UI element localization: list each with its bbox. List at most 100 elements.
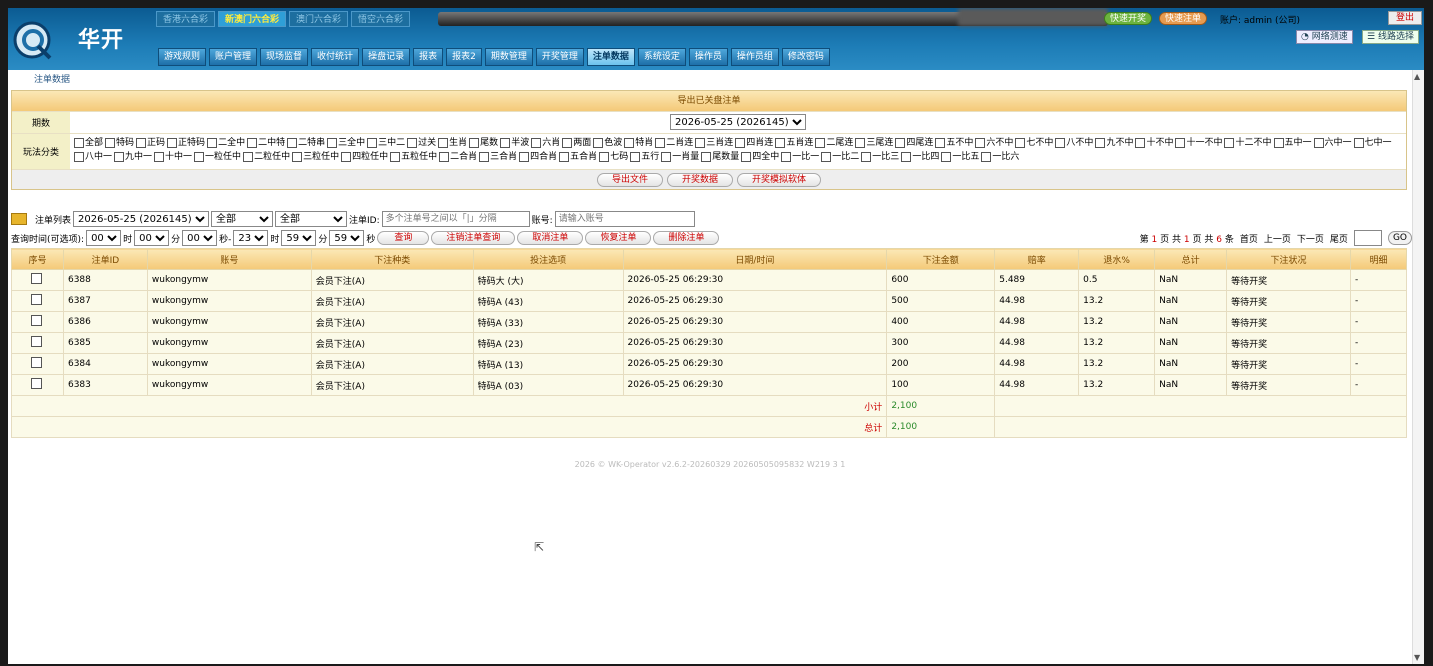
play-option[interactable]: 十二不中 xyxy=(1224,136,1272,150)
filter-select-2[interactable]: 全部 xyxy=(275,211,348,227)
play-option[interactable]: 二合肖 xyxy=(439,150,477,164)
checkbox[interactable] xyxy=(781,152,792,162)
checkbox[interactable] xyxy=(821,152,832,162)
checkbox[interactable] xyxy=(775,138,786,148)
bet-id-input[interactable] xyxy=(381,211,530,227)
play-option[interactable]: 二中特 xyxy=(247,136,285,150)
nav-change-password[interactable]: 修改密码 xyxy=(781,48,830,66)
checkbox[interactable] xyxy=(1095,138,1106,148)
start-minute-select[interactable]: 00 xyxy=(134,230,170,246)
checkbox[interactable] xyxy=(1273,138,1284,148)
play-option[interactable]: 七中一 xyxy=(1353,136,1392,150)
play-option[interactable]: 五中一 xyxy=(1273,136,1312,150)
play-option[interactable]: 正特码 xyxy=(167,136,205,150)
checkbox[interactable] xyxy=(194,152,205,162)
play-option[interactable]: 半波 xyxy=(500,136,529,150)
nav-draw-mgmt[interactable]: 开奖管理 xyxy=(535,48,584,66)
nav-operator-group[interactable]: 操作员组 xyxy=(730,48,779,66)
prev-page-link[interactable]: 上一页 xyxy=(1264,232,1291,245)
row-checkbox[interactable] xyxy=(31,357,43,368)
play-option[interactable]: 过关 xyxy=(407,136,436,150)
next-page-link[interactable]: 下一页 xyxy=(1297,232,1324,245)
play-option[interactable]: 一比四 xyxy=(901,150,939,164)
play-option[interactable]: 二特串 xyxy=(287,136,325,150)
checkbox[interactable] xyxy=(975,138,986,148)
play-option[interactable]: 六肖 xyxy=(531,136,560,150)
row-checkbox[interactable] xyxy=(31,378,43,389)
play-option[interactable]: 八中一 xyxy=(74,150,112,164)
cancelled-query-button[interactable]: 注销注单查询 xyxy=(431,231,516,245)
scroll-up-icon[interactable]: ▲ xyxy=(1414,72,1420,81)
export-file-button[interactable]: 导出文件 xyxy=(596,172,663,187)
lottery-tab-macau[interactable]: 澳门六合彩 xyxy=(289,11,349,27)
checkbox[interactable] xyxy=(1224,138,1235,148)
nav-period-mgmt[interactable]: 期数管理 xyxy=(484,48,533,66)
play-option[interactable]: 五肖连 xyxy=(775,136,813,150)
delete-bet-button[interactable]: 删除注单 xyxy=(653,231,720,245)
play-option[interactable]: 尾数 xyxy=(469,136,498,150)
nav-report2[interactable]: 报表2 xyxy=(446,48,482,66)
checkbox[interactable] xyxy=(74,138,84,148)
checkbox[interactable] xyxy=(292,152,303,162)
checkbox[interactable] xyxy=(701,152,712,162)
play-option[interactable]: 尾数量 xyxy=(701,150,739,164)
start-hour-select[interactable]: 00 xyxy=(86,230,122,246)
nav-report[interactable]: 报表 xyxy=(413,48,444,66)
checkbox[interactable] xyxy=(981,152,992,162)
nav-account-mgmt[interactable]: 账户管理 xyxy=(209,48,258,66)
checkbox[interactable] xyxy=(735,138,746,148)
checkbox[interactable] xyxy=(1015,138,1026,148)
checkbox[interactable] xyxy=(1055,138,1066,148)
play-option[interactable]: 一比二 xyxy=(821,150,859,164)
checkbox[interactable] xyxy=(815,138,826,148)
play-option[interactable]: 七码 xyxy=(599,150,628,164)
checkbox[interactable] xyxy=(1175,138,1186,148)
play-option[interactable]: 二粒任中 xyxy=(243,150,290,164)
play-option[interactable]: 八不中 xyxy=(1055,136,1093,150)
checkbox[interactable] xyxy=(531,138,542,148)
scroll-down-icon[interactable]: ▼ xyxy=(1414,653,1420,662)
play-option[interactable]: 五行 xyxy=(630,150,659,164)
play-option[interactable]: 三肖连 xyxy=(695,136,733,150)
checkbox[interactable] xyxy=(154,152,165,162)
play-option[interactable]: 色波 xyxy=(593,136,622,150)
network-test-button[interactable]: ◔ 网络测速 xyxy=(1296,30,1353,44)
lottery-tab-wukong[interactable]: 悟空六合彩 xyxy=(351,11,411,27)
line-select-button[interactable]: ☰ 线路选择 xyxy=(1362,30,1419,44)
restore-bet-button[interactable]: 恢复注单 xyxy=(585,231,652,245)
checkbox[interactable] xyxy=(1135,138,1146,148)
play-option[interactable]: 正码 xyxy=(136,136,165,150)
first-page-link[interactable]: 首页 xyxy=(1240,232,1258,245)
play-option[interactable]: 十不中 xyxy=(1135,136,1173,150)
checkbox[interactable] xyxy=(438,138,449,148)
checkbox[interactable] xyxy=(367,138,378,148)
checkbox[interactable] xyxy=(624,138,635,148)
checkbox[interactable] xyxy=(559,152,570,162)
draw-simulator-button[interactable]: 开奖模拟软体 xyxy=(737,172,822,187)
checkbox[interactable] xyxy=(895,138,906,148)
checkbox[interactable] xyxy=(661,152,672,162)
checkbox[interactable] xyxy=(243,152,254,162)
play-option[interactable]: 两面 xyxy=(562,136,591,150)
play-option[interactable]: 五不中 xyxy=(935,136,973,150)
checkbox[interactable] xyxy=(500,138,511,148)
checkbox[interactable] xyxy=(1313,138,1324,148)
play-option[interactable]: 三合肖 xyxy=(479,150,517,164)
play-option[interactable]: 全部 xyxy=(74,136,103,150)
play-option[interactable]: 四肖连 xyxy=(735,136,773,150)
nav-live-monitor[interactable]: 现场监督 xyxy=(260,48,309,66)
play-option[interactable]: 一比六 xyxy=(981,150,1019,164)
checkbox[interactable] xyxy=(861,152,872,162)
play-option[interactable]: 生肖 xyxy=(438,136,467,150)
checkbox[interactable] xyxy=(469,138,480,148)
nav-bet-data[interactable]: 注单数据 xyxy=(586,48,635,66)
start-second-select[interactable]: 00 xyxy=(182,230,218,246)
nav-trade-log[interactable]: 操盘记录 xyxy=(362,48,411,66)
checkbox[interactable] xyxy=(74,152,84,162)
play-option[interactable]: 十一不中 xyxy=(1175,136,1222,150)
play-option[interactable]: 二全中 xyxy=(207,136,245,150)
end-minute-select[interactable]: 59 xyxy=(281,230,317,246)
play-option[interactable]: 三尾连 xyxy=(855,136,893,150)
list-period-select[interactable]: 2026-05-25 (2026145) xyxy=(73,211,210,227)
checkbox[interactable] xyxy=(207,138,218,148)
